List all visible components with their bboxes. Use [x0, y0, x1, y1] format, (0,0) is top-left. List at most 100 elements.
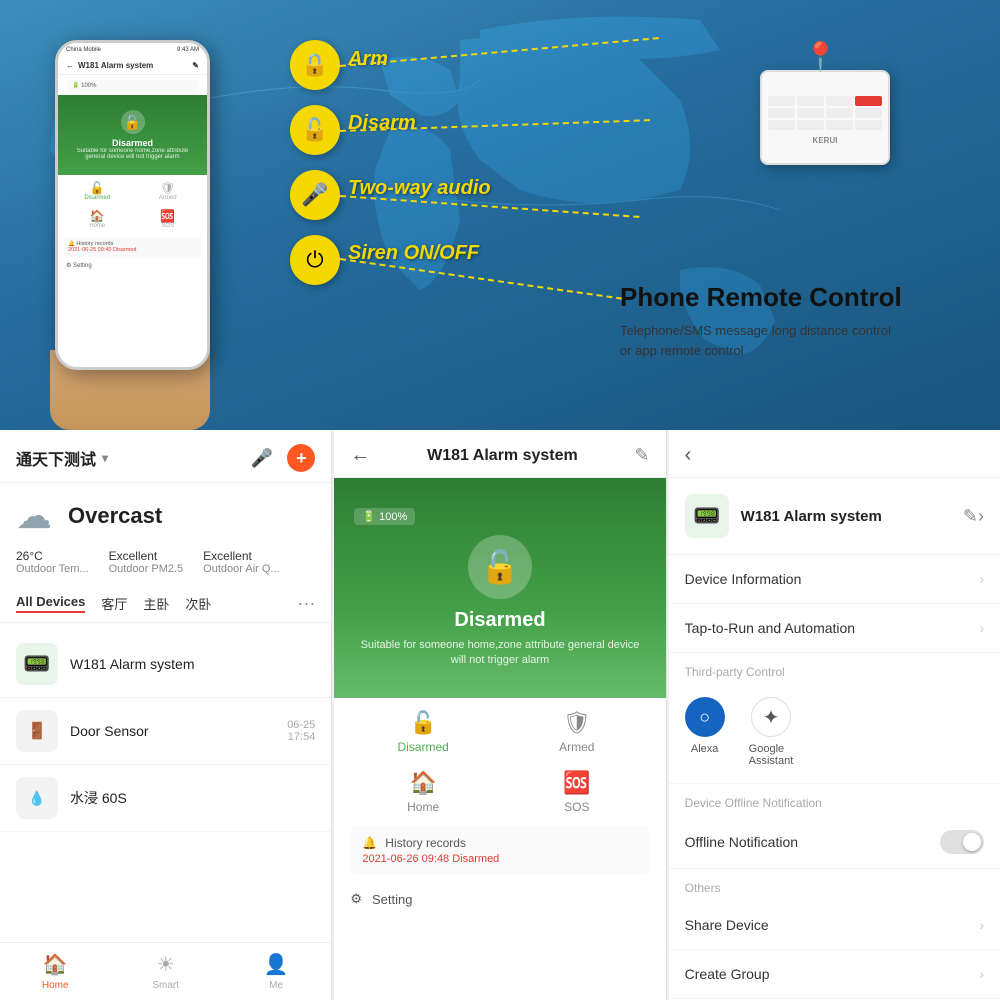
tab-all-devices[interactable]: All Devices: [16, 594, 85, 613]
device-item-water[interactable]: 💧 水浸 60S: [0, 765, 331, 832]
tab-living-room[interactable]: 客厅: [101, 594, 127, 613]
armed-ctrl-label: Armed: [559, 740, 594, 754]
weather-label: Overcast: [68, 503, 162, 529]
p3-device-row: 📟 W181 Alarm system ✎›: [669, 478, 1000, 555]
p3-others-title: Others: [669, 869, 1000, 901]
p2-green-area: 🔋 100% 🔓 Disarmed Suitable for someone h…: [334, 478, 665, 698]
p1-header: 通天下测试 ▾ 🎤 +: [0, 430, 331, 483]
p3-device-info-label: Device Information: [685, 571, 802, 587]
alarm-name: W181 Alarm system: [70, 656, 315, 672]
water-info: 水浸 60S: [70, 788, 315, 808]
p3-edit-button[interactable]: ✎›: [963, 506, 984, 527]
device-item-door[interactable]: 🚪 Door Sensor 06-25 17:54: [0, 698, 331, 765]
disarm-label: Disarm: [348, 112, 416, 135]
alexa-icon: ○: [685, 697, 725, 737]
p3-back-button[interactable]: ‹: [685, 444, 692, 467]
device-item-alarm[interactable]: 📟 W181 Alarm system: [0, 631, 331, 698]
ctrl-armed[interactable]: 🛡 Armed: [508, 710, 646, 754]
nav-smart-label: Smart: [152, 980, 179, 991]
panel-home: 通天下测试 ▾ 🎤 + ☁ Overcast 26°C Outdoor Tem.…: [0, 430, 332, 1000]
device-list: 📟 W181 Alarm system 🚪 Door Sensor 06-25 …: [0, 623, 331, 840]
water-thumb: 💧: [16, 777, 58, 819]
p3-device-information[interactable]: Device Information ›: [669, 555, 1000, 604]
ctrl-home[interactable]: 🏠 Home: [354, 770, 492, 814]
nav-home[interactable]: 🏠 Home: [0, 943, 110, 1000]
p1-user-name: 通天下测试: [16, 446, 96, 470]
p3-create-group[interactable]: Create Group ›: [669, 950, 1000, 999]
p1-bottom-nav: 🏠 Home ☀ Smart 👤 Me: [0, 942, 331, 1000]
p3-offline-row: Offline Notification: [669, 816, 1000, 869]
more-tabs-icon[interactable]: ···: [297, 593, 315, 614]
p3-google-item[interactable]: ✦ GoogleAssistant: [749, 697, 794, 767]
p3-header: ‹: [669, 430, 1000, 478]
p2-back-button[interactable]: ←: [350, 444, 370, 467]
p3-third-party-title: Third-party Control: [669, 653, 1000, 685]
sos-ctrl-label: SOS: [564, 800, 589, 814]
phone-remote-section: Phone Remote Control Telephone/SMS messa…: [620, 282, 940, 360]
nav-me-label: Me: [269, 980, 283, 991]
p3-tap-to-run-label: Tap-to-Run and Automation: [685, 620, 855, 636]
p2-setting-label: Setting: [372, 892, 412, 907]
disarmed-ctrl-label: Disarmed: [397, 740, 448, 754]
nav-smart[interactable]: ☀ Smart: [110, 943, 220, 1000]
p2-edit-icon[interactable]: ✎: [635, 445, 650, 466]
bell-icon: 🔔: [362, 836, 377, 850]
p3-share-device-arrow: ›: [979, 917, 984, 933]
p3-tap-to-run-arrow: ›: [979, 620, 984, 636]
p3-device-icon: 📟: [685, 494, 729, 538]
cloud-icon: ☁: [16, 495, 52, 537]
ctrl-disarmed[interactable]: 🔓 Disarmed: [354, 710, 492, 754]
pm25-stat: Excellent Outdoor PM2.5: [109, 549, 184, 575]
map-pin-icon: 📍: [803, 40, 838, 73]
offline-notification-toggle[interactable]: [940, 830, 984, 854]
door-name: Door Sensor: [70, 723, 275, 739]
panel-settings: ‹ 📟 W181 Alarm system ✎› Device Informat…: [669, 430, 1000, 1000]
phone-in-hand: China Mobile9:43 AM ←W181 Alarm system✎ …: [40, 30, 240, 430]
phone-remote-title: Phone Remote Control: [620, 282, 940, 313]
home-ctrl-icon: 🏠: [409, 770, 436, 796]
tab-master-bedroom[interactable]: 主卧: [143, 594, 169, 613]
home-ctrl-label: Home: [407, 800, 439, 814]
add-device-button[interactable]: +: [287, 444, 315, 472]
p3-offline-title: Device Offline Notification: [669, 784, 1000, 816]
alarm-device-image: KERUI: [760, 70, 890, 165]
p2-setting-row[interactable]: ⚙ Setting: [334, 883, 665, 915]
p3-create-group-label: Create Group: [685, 966, 770, 982]
sos-ctrl-icon: 🆘: [563, 770, 590, 796]
door-thumb: 🚪: [16, 710, 58, 752]
p3-share-device[interactable]: Share Device ›: [669, 901, 1000, 950]
audio-feature-icon: 🎤: [290, 170, 340, 220]
ctrl-sos[interactable]: 🆘 SOS: [508, 770, 646, 814]
p3-share-device-label: Share Device: [685, 917, 769, 933]
air-stat: Excellent Outdoor Air Q...: [203, 549, 279, 575]
microphone-icon[interactable]: 🎤: [251, 448, 273, 469]
p2-history-title: 🔔 History records: [362, 836, 637, 850]
google-label: GoogleAssistant: [749, 743, 794, 767]
p2-battery-indicator: 🔋 100%: [354, 508, 415, 525]
disarm-feature-icon: 🔓: [290, 105, 340, 155]
p3-tap-to-run[interactable]: Tap-to-Run and Automation ›: [669, 604, 1000, 653]
p2-device-title: W181 Alarm system: [427, 447, 578, 465]
tab-bedroom2[interactable]: 次卧: [185, 594, 211, 613]
p3-alexa-item[interactable]: ○ Alexa: [685, 697, 725, 767]
p2-status-text: Disarmed: [454, 609, 545, 632]
alarm-info: W181 Alarm system: [70, 656, 315, 672]
smart-nav-icon: ☀: [157, 952, 175, 977]
settings-icon: ⚙: [350, 891, 362, 907]
p2-history-section[interactable]: 🔔 History records 2021-06-26 09:48 Disar…: [350, 826, 649, 875]
p2-history-detail: 2021-06-26 09:48 Disarmed: [362, 853, 637, 865]
siren-feature-icon: ⏻: [290, 235, 340, 285]
alexa-label: Alexa: [691, 743, 719, 755]
panel-device-detail: ← W181 Alarm system ✎ 🔋 100% 🔓 Disarmed …: [334, 430, 666, 1000]
armed-ctrl-icon: 🛡: [563, 710, 591, 736]
me-nav-icon: 👤: [264, 952, 289, 977]
door-info: Door Sensor: [70, 723, 275, 739]
p1-dropdown-icon[interactable]: ▾: [102, 451, 108, 465]
temp-stat: 26°C Outdoor Tem...: [16, 549, 89, 575]
google-icon: ✦: [751, 697, 791, 737]
p3-offline-label: Offline Notification: [685, 834, 798, 850]
alarm-thumb: 📟: [16, 643, 58, 685]
p1-user-title[interactable]: 通天下测试 ▾: [16, 446, 108, 470]
nav-me[interactable]: 👤 Me: [221, 943, 331, 1000]
door-time: 06-25 17:54: [287, 719, 315, 743]
